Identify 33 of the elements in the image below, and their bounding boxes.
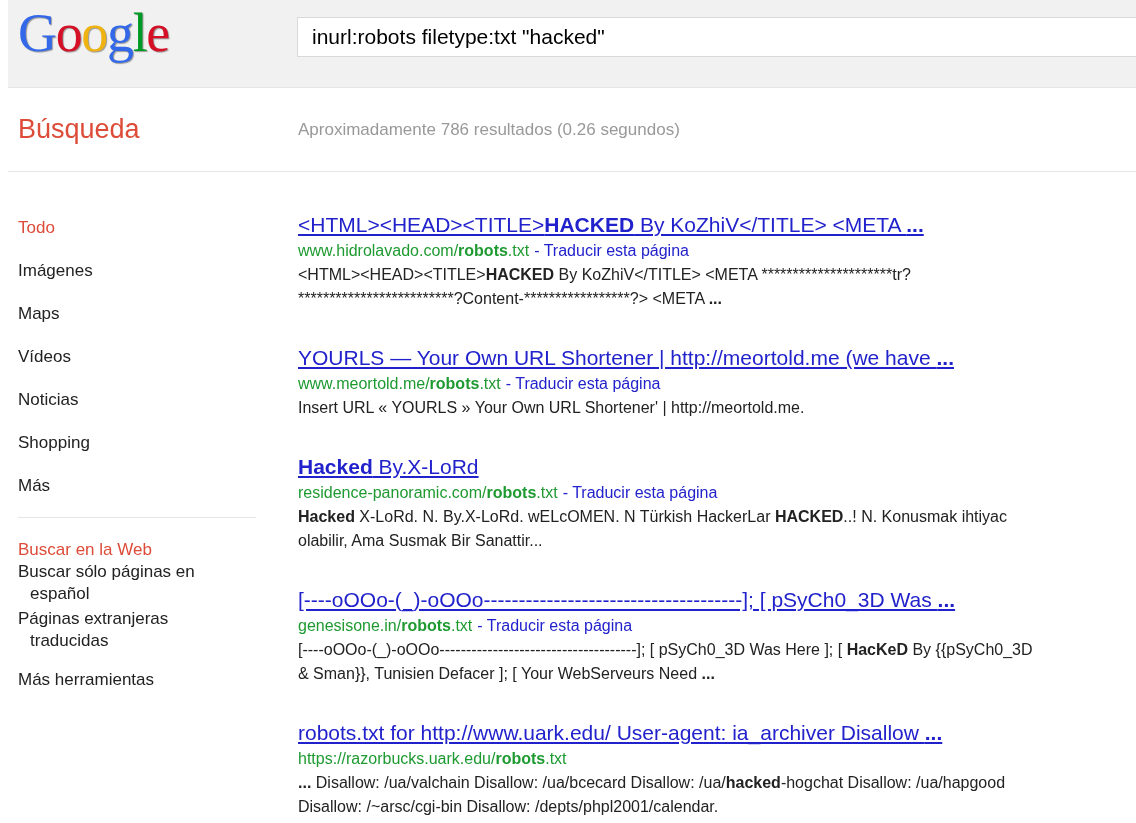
result-snippet: <HTML><HEAD><TITLE>HACKED By KoZhiV</TITLE> <META *********************tr? *************************?Content-*****************?> <META ...	[298, 265, 912, 309]
tools-heading: Buscar en la Web	[18, 539, 153, 561]
sidebar-item[interactable]: Shopping	[18, 431, 256, 454]
result-url: residence-panoramic.com/robots.txt	[298, 484, 558, 501]
result-title-link[interactable]: [----oOOo-(_)-oOOo-------------------------------------]; [ pSyCh0_3D Was ...	[298, 587, 956, 613]
result-title-link[interactable]: robots.txt for http://www.uark.edu/ User-agent: ia_archiver Disallow ...	[298, 720, 943, 746]
search-field[interactable]: inurl:robots filetype:txt "hacked"	[297, 17, 1136, 57]
sidebar-tool-link[interactable]: Páginas extranjeras traducidas	[18, 608, 238, 652]
sidebar-item[interactable]: Vídeos	[18, 345, 256, 368]
result-snippet: [----oOOo-(_)-oOOo-------------------------------------]; [ pSyCh0_3D Was Here ]; [ HacKeD By {{pSyCh0_3D & Sman}}, Tunisien Defacer ]; [ Your WebServeurs Need ...	[298, 640, 1034, 684]
section-title: Búsqueda	[18, 113, 141, 147]
sidebar-item[interactable]: Todo	[18, 216, 256, 239]
sidebar-item[interactable]: Noticias	[18, 388, 256, 411]
translate-link[interactable]: - Traducir esta página	[477, 617, 633, 634]
translate-link[interactable]: - Traducir esta página	[534, 242, 689, 259]
translate-link[interactable]: - Traducir esta página	[562, 484, 718, 501]
sidebar-tool-link[interactable]: Buscar sólo páginas en español	[18, 561, 238, 605]
result-url: www.hidrolavado.com/robots.txt	[298, 242, 530, 259]
result-snippet: Insert URL « YOURLS » Your Own URL Shortener' | http://meortold.me.	[298, 398, 806, 418]
sidebar-tool-link[interactable]: Más herramientas	[18, 668, 256, 691]
result-snippet: ... Disallow: /ua/valchain Disallow: /ua/bcecard Disallow: /ua/hacked-hogchat Disallow: /ua/hapgood Disallow: /~arsc/cgi-bin Disallow: /depts/phpl2001/calendar.	[298, 773, 1007, 817]
translate-link[interactable]: - Traducir esta página	[505, 375, 661, 392]
result-title-link[interactable]: YOURLS — Your Own URL Shortener | http://meortold.me (we have ...	[298, 345, 954, 371]
result-url: genesisone.in/robots.txt	[298, 617, 473, 634]
sidebar-item[interactable]: Imágenes	[18, 259, 256, 282]
result-url: www.meortold.me/robots.txt	[298, 375, 501, 392]
sidebar-item[interactable]: Más	[18, 474, 256, 497]
sidebar-item[interactable]: Maps	[18, 302, 256, 325]
result-title-link[interactable]: Hacked By.X-LoRd	[298, 454, 479, 480]
result-snippet: Hacked X-LoRd. N. By.X-LoRd. wELcOMEN. N Türkish HackerLar HACKED..! N. Konusmak ihtiyac olabilir, Ama Susmak Bir Sanattir...	[298, 507, 1008, 551]
result-url: https://razorbucks.uark.edu/robots.txt	[298, 750, 567, 767]
result-title-link[interactable]: <HTML><HEAD><TITLE>HACKED By KoZhiV</TITLE> <META ...	[298, 212, 924, 238]
result-stats: Aproximadamente 786 resultados (0.26 segundos)	[298, 118, 680, 141]
